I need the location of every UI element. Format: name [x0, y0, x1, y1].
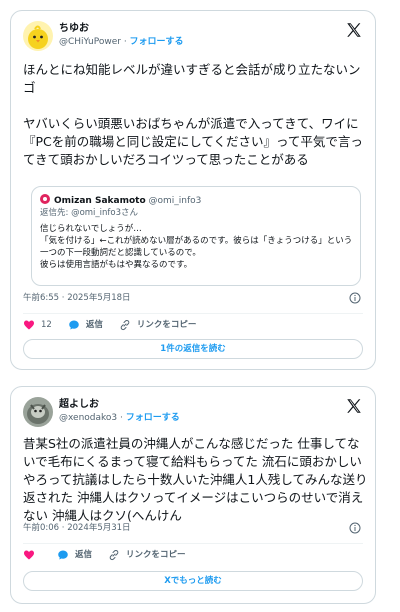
copy-link-label: リンクをコピー: [136, 320, 197, 330]
info-icon[interactable]: [349, 522, 361, 534]
divider: [23, 313, 363, 314]
reply-to-label: 返信先:: [40, 208, 72, 218]
reply-button[interactable]: 返信: [57, 549, 92, 561]
speech-bubble-icon: [69, 320, 79, 330]
quoted-text: 信じられないでしょうが… 「気を付ける」←これが読めない層があるのです。彼らは「…: [40, 224, 353, 270]
speech-bubble-icon: [58, 550, 68, 560]
x-logo-icon[interactable]: [345, 21, 363, 39]
heart-icon: [24, 550, 34, 560]
timestamp[interactable]: 午前0:06 · 2024年5月31日: [23, 523, 131, 534]
copy-link-label: リンクをコピー: [126, 550, 186, 560]
author-handle[interactable]: @xenodako3: [59, 413, 117, 423]
read-replies-button[interactable]: 1件の返信を読む: [23, 339, 363, 359]
link-icon: [109, 549, 119, 561]
tweet-text: ほんとにね知能レベルが違いすぎると会話が成り立たないンゴ ヤバいくらい頭悪いおば…: [23, 62, 363, 167]
x-logo-icon[interactable]: [345, 397, 363, 415]
quoted-author-name: Omizan Sakamoto: [54, 196, 146, 206]
reply-label: 返信: [85, 320, 103, 330]
read-more-on-x-button[interactable]: Xでもっと読む: [23, 571, 363, 591]
copy-link-button[interactable]: リンクをコピー: [108, 549, 186, 561]
like-button[interactable]: [23, 549, 41, 561]
heart-icon: [24, 320, 34, 330]
follow-button[interactable]: フォローする: [126, 413, 180, 423]
avatar[interactable]: [23, 21, 53, 51]
reply-label: 返信: [75, 550, 93, 560]
reply-to-suffix: さん: [121, 208, 139, 218]
tweet-card: ちゆお @CHiYuPower · フォローする ほんとにね知能レベルが違いすぎ…: [10, 10, 376, 370]
like-button[interactable]: 12: [23, 319, 52, 331]
divider: [23, 543, 363, 544]
copy-link-button[interactable]: リンクをコピー: [119, 319, 197, 331]
quoted-tweet[interactable]: Omizan Sakamoto @omi_info3 返信先: @omi_inf…: [31, 186, 361, 286]
action-bar: 12 返信 リンクをコピー: [23, 319, 212, 331]
action-bar: 返信 リンクをコピー: [23, 549, 202, 561]
quoted-reply-to: 返信先: @omi_info3さん: [40, 208, 138, 219]
avatar-chick-image: [23, 21, 53, 51]
link-icon: [120, 319, 130, 331]
reply-button[interactable]: 返信: [68, 319, 103, 331]
tweet-text: 昔某S社の派遣社員の沖縄人がこんな感じだった 仕事してないで毛布にくるまって寝て…: [23, 436, 368, 523]
author-handle-row: @CHiYuPower · フォローする: [59, 37, 184, 48]
author-handle[interactable]: @CHiYuPower: [59, 37, 121, 47]
quoted-avatar: [40, 194, 50, 204]
follow-button[interactable]: フォローする: [130, 37, 184, 47]
quoted-author-row: Omizan Sakamoto @omi_info3: [40, 194, 201, 207]
author-name[interactable]: ちゆお: [59, 23, 89, 35]
like-count: 12: [41, 320, 52, 330]
quoted-author-handle: @omi_info3: [148, 196, 202, 206]
info-icon[interactable]: [349, 292, 361, 304]
tweet-card: 超よしお @xenodako3 · フォローする 昔某S社の派遣社員の沖縄人がこ…: [10, 386, 376, 604]
author-handle-row: @xenodako3 · フォローする: [59, 413, 180, 424]
author-name[interactable]: 超よしお: [59, 399, 99, 411]
timestamp[interactable]: 午前6:55 · 2025年5月18日: [23, 293, 131, 304]
avatar-animal-image: [23, 397, 53, 427]
reply-to-handle: @omi_info3: [71, 208, 122, 218]
avatar[interactable]: [23, 397, 53, 427]
